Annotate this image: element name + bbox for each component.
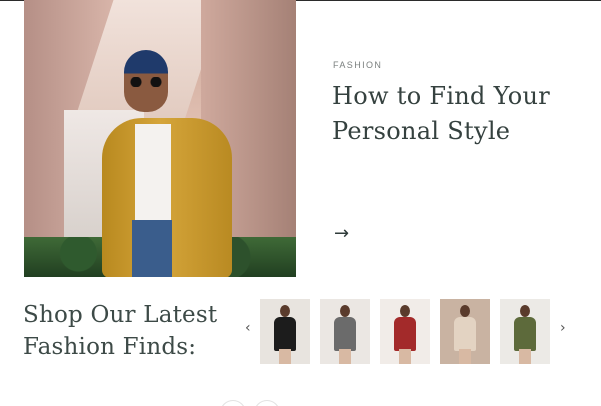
model-outfit bbox=[274, 317, 296, 351]
model-legs bbox=[339, 349, 351, 364]
article-category[interactable]: FASHION bbox=[333, 60, 382, 70]
product-thumbnail[interactable] bbox=[500, 299, 550, 364]
read-more-arrow-icon[interactable]: → bbox=[334, 225, 349, 243]
carousel-pagination bbox=[220, 400, 290, 406]
model-head bbox=[520, 305, 530, 317]
model-legs bbox=[519, 349, 531, 364]
model-head bbox=[400, 305, 410, 317]
model-legs bbox=[459, 349, 471, 364]
shop-title-line-2: Fashion Finds: bbox=[23, 334, 197, 360]
model-head bbox=[280, 305, 290, 317]
hero-image[interactable] bbox=[24, 0, 296, 277]
article-title-line-1: How to Find Your bbox=[332, 82, 550, 110]
shop-section-title: Shop Our Latest Fashion Finds: bbox=[23, 299, 238, 363]
model-jeans bbox=[132, 220, 172, 277]
shop-title-line-1: Shop Our Latest bbox=[23, 302, 218, 328]
model-head bbox=[340, 305, 350, 317]
model-outfit bbox=[454, 317, 476, 351]
model-sunglasses bbox=[126, 77, 166, 87]
product-thumbnail[interactable] bbox=[260, 299, 310, 364]
product-thumbnail[interactable] bbox=[440, 299, 490, 364]
model-head bbox=[460, 305, 470, 317]
model-shirt bbox=[135, 124, 171, 224]
carousel-next-arrow-icon[interactable]: › bbox=[560, 321, 566, 335]
model-outfit bbox=[514, 317, 536, 351]
model-outfit bbox=[394, 317, 416, 351]
model-legs bbox=[399, 349, 411, 364]
article-title-line-2: Personal Style bbox=[332, 117, 511, 145]
article-title[interactable]: How to Find Your Personal Style bbox=[332, 79, 582, 149]
model-outfit bbox=[334, 317, 356, 351]
carousel-prev-arrow-icon[interactable]: ‹ bbox=[245, 321, 251, 335]
carousel-dot[interactable] bbox=[254, 400, 280, 406]
product-thumbnail[interactable] bbox=[380, 299, 430, 364]
product-thumbnail[interactable] bbox=[320, 299, 370, 364]
carousel-dot[interactable] bbox=[220, 400, 246, 406]
model-legs bbox=[279, 349, 291, 364]
